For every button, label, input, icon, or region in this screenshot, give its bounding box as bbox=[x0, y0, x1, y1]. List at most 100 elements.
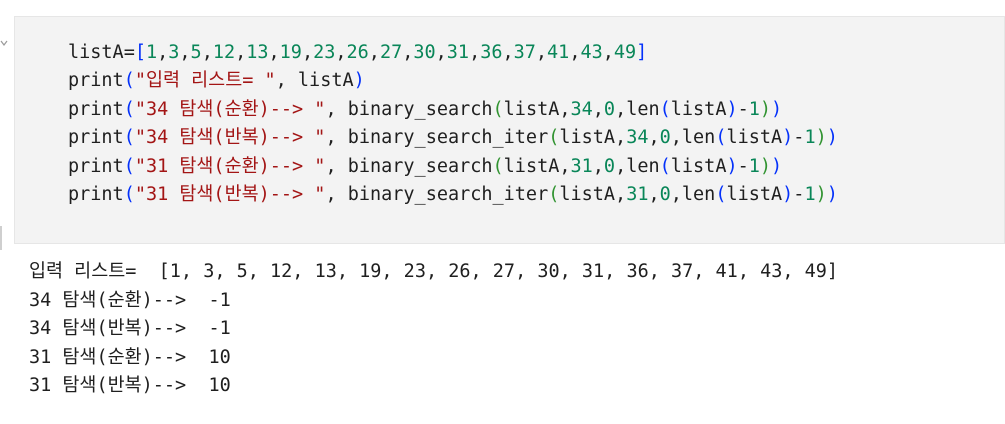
code-token: , bbox=[502, 42, 514, 63]
code-token: 31 bbox=[570, 155, 593, 177]
code-block[interactable]: listA=[1,3,5,12,13,19,23,26,27,30,31,36,… bbox=[68, 39, 838, 209]
cell-output: 입력 리스트= [1, 3, 5, 12, 13, 19, 23, 26, 27… bbox=[29, 258, 838, 401]
code-token: , bbox=[335, 42, 347, 63]
code-line[interactable]: print("31 탐색(반복)--> ", binary_search_ite… bbox=[68, 181, 838, 209]
code-token: ) bbox=[815, 183, 827, 205]
code-token: ) bbox=[815, 127, 827, 149]
code-token: 34 bbox=[626, 127, 649, 149]
code-token: ( bbox=[123, 127, 135, 149]
code-token: "31 탐색(순환)--> " bbox=[134, 155, 326, 177]
code-token: 26 bbox=[346, 42, 369, 63]
code-token: print bbox=[68, 183, 124, 205]
code-token: listA bbox=[670, 155, 727, 177]
code-token: , bbox=[268, 42, 280, 63]
code-line[interactable]: listA=[1,3,5,12,13,19,23,26,27,30,31,36,… bbox=[68, 39, 838, 67]
code-token: , bbox=[592, 98, 604, 120]
code-token: print bbox=[68, 127, 124, 149]
output-line: 31 탐색(순환)--> 10 bbox=[29, 346, 231, 368]
code-token: - bbox=[737, 155, 749, 177]
code-token: "34 탐색(순환)--> " bbox=[134, 98, 326, 120]
code-token: ( bbox=[659, 98, 671, 120]
code-token: 0 bbox=[659, 127, 671, 149]
code-token: ( bbox=[123, 183, 135, 205]
code-token: 37 bbox=[513, 42, 536, 63]
code-token: , bbox=[179, 42, 191, 63]
code-token: listA bbox=[726, 127, 783, 149]
code-token: , bbox=[569, 42, 581, 63]
code-token: ( bbox=[492, 155, 504, 177]
code-token: ) bbox=[771, 98, 783, 120]
code-token: ) bbox=[726, 98, 738, 120]
code-token: 27 bbox=[379, 42, 403, 63]
output-line: 34 탐색(반복)--> -1 bbox=[29, 318, 231, 339]
code-token: 49 bbox=[613, 42, 637, 63]
code-token: ( bbox=[492, 98, 504, 120]
code-token: listA bbox=[68, 42, 124, 63]
code-token: , bbox=[368, 42, 380, 63]
code-token: 13 bbox=[246, 42, 269, 63]
code-token: print bbox=[68, 98, 124, 120]
code-token: ( bbox=[123, 70, 135, 92]
code-token: 31 bbox=[626, 183, 649, 205]
code-token: , bbox=[157, 42, 169, 63]
code-token: - bbox=[793, 183, 805, 205]
code-token: ,len bbox=[615, 155, 660, 177]
code-token: , bbox=[402, 42, 414, 63]
code-cell-editor[interactable]: listA=[1,3,5,12,13,19,23,26,27,30,31,36,… bbox=[14, 16, 1005, 244]
code-token: ( bbox=[715, 127, 727, 149]
code-token: , bbox=[535, 42, 548, 63]
code-token: 1 bbox=[804, 127, 816, 149]
code-token: 1 bbox=[804, 183, 816, 205]
code-token: 19 bbox=[279, 42, 302, 63]
code-line[interactable]: print("34 탐색(반복)--> ", binary_search_ite… bbox=[68, 124, 838, 152]
code-token: ) bbox=[353, 70, 365, 92]
code-token: ] bbox=[636, 42, 648, 63]
output-line: 31 탐색(반복)--> 10 bbox=[29, 375, 231, 396]
code-line[interactable]: print("31 탐색(순환)--> ", binary_search(lis… bbox=[68, 153, 838, 181]
code-token: "입력 리스트= " bbox=[134, 70, 276, 92]
code-line[interactable]: print("34 탐색(순환)--> ", binary_search(lis… bbox=[68, 96, 838, 124]
notebook: listA=[1,3,5,12,13,19,23,26,27,30,31,36,… bbox=[0, 0, 1005, 424]
code-token: 3 bbox=[168, 42, 180, 63]
code-token: 34 bbox=[570, 98, 593, 120]
chevron-down-icon[interactable] bbox=[0, 38, 8, 48]
code-token: ) bbox=[726, 155, 738, 177]
code-token: listA, bbox=[559, 127, 627, 149]
cell-gutter bbox=[0, 16, 14, 250]
code-token: 0 bbox=[659, 183, 671, 205]
code-token: , binary_search_iter bbox=[325, 183, 549, 205]
cell-status-bar bbox=[0, 226, 2, 250]
code-token: , bbox=[235, 42, 247, 63]
code-token: 43 bbox=[580, 42, 603, 63]
code-token: , binary_search bbox=[325, 155, 493, 177]
code-token: 31 bbox=[446, 42, 470, 63]
code-token: ,len bbox=[670, 127, 716, 149]
code-token: listA bbox=[670, 98, 727, 120]
code-token: ( bbox=[659, 155, 671, 177]
code-token: , bbox=[469, 42, 481, 63]
code-token: listA bbox=[726, 183, 783, 205]
code-token: ) bbox=[771, 155, 783, 177]
code-token: ) bbox=[782, 183, 794, 205]
code-token: 12 bbox=[212, 42, 236, 63]
code-token: ( bbox=[548, 127, 560, 149]
code-token: 0 bbox=[603, 155, 616, 177]
code-token: 1 bbox=[145, 42, 158, 63]
code-token: 0 bbox=[603, 98, 616, 120]
code-line[interactable]: print("입력 리스트= ", listA) bbox=[68, 67, 838, 95]
code-token: , bbox=[435, 42, 447, 63]
code-token: 23 bbox=[313, 42, 336, 63]
code-token: ( bbox=[123, 155, 135, 177]
code-token: listA, bbox=[559, 183, 627, 205]
code-token: print bbox=[68, 70, 124, 92]
code-token: , binary_search_iter bbox=[325, 127, 549, 149]
code-token: "34 탐색(반복)--> " bbox=[134, 127, 326, 149]
code-token: , listA bbox=[275, 70, 354, 92]
code-token: "31 탐색(반복)--> " bbox=[134, 183, 326, 205]
output-line: 34 탐색(순환)--> -1 bbox=[29, 289, 231, 311]
code-token: 41 bbox=[547, 42, 570, 63]
code-token: 30 bbox=[413, 42, 436, 63]
code-token: 36 bbox=[480, 42, 503, 63]
code-token: , bbox=[592, 155, 604, 177]
code-token: ( bbox=[715, 183, 727, 205]
